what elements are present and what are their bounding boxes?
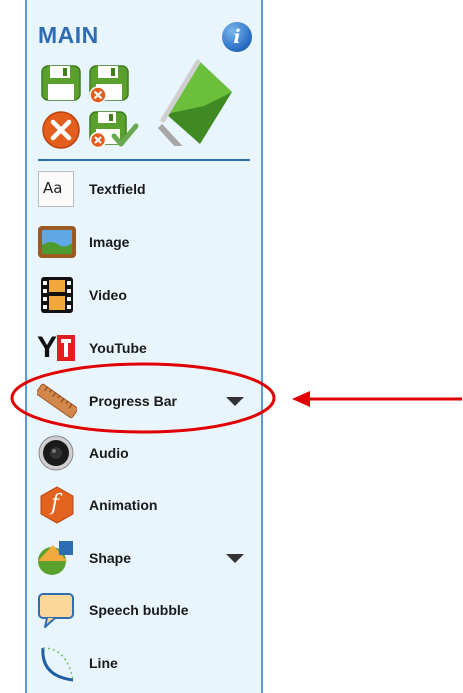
item-label: Audio bbox=[89, 445, 129, 461]
flag-icon[interactable] bbox=[158, 56, 238, 146]
item-progress-bar[interactable]: Progress Bar bbox=[37, 378, 253, 424]
progress-bar-dropdown-arrow[interactable] bbox=[226, 397, 244, 406]
item-animation[interactable]: f Animation bbox=[37, 482, 253, 528]
item-speech-bubble[interactable]: Speech bubble bbox=[37, 587, 253, 633]
item-line[interactable]: Line bbox=[37, 640, 253, 686]
toolbar-divider bbox=[38, 159, 250, 161]
item-audio[interactable]: Audio bbox=[37, 430, 253, 476]
item-label: Progress Bar bbox=[89, 393, 177, 409]
item-label: Speech bubble bbox=[89, 602, 189, 618]
panel-title: MAIN bbox=[38, 22, 99, 48]
video-icon bbox=[41, 277, 73, 313]
shape-icon bbox=[38, 541, 73, 575]
item-textfield[interactable]: Aa Textfield bbox=[37, 166, 253, 212]
save-check-icon[interactable] bbox=[88, 110, 140, 150]
info-icon[interactable]: i bbox=[222, 22, 252, 52]
textfield-icon: Aa bbox=[38, 171, 74, 207]
ruler-icon bbox=[37, 383, 77, 419]
pointer-arrowhead bbox=[292, 391, 310, 407]
speaker-icon bbox=[38, 435, 74, 471]
item-label: Line bbox=[89, 655, 118, 671]
save-close-icon[interactable] bbox=[88, 64, 130, 104]
youtube-icon: Y bbox=[37, 329, 77, 367]
item-shape[interactable]: Shape bbox=[37, 535, 253, 581]
item-video[interactable]: Video bbox=[37, 272, 253, 318]
save-icon[interactable] bbox=[40, 64, 82, 102]
item-label: Shape bbox=[89, 550, 132, 566]
line-icon bbox=[41, 647, 74, 682]
item-label: Textfield bbox=[89, 181, 146, 197]
item-youtube[interactable]: Y YouTube bbox=[37, 325, 253, 371]
item-image[interactable]: Image bbox=[37, 219, 253, 265]
speech-bubble-icon bbox=[38, 593, 74, 628]
shape-dropdown-arrow[interactable] bbox=[226, 554, 244, 563]
item-label: Video bbox=[89, 287, 127, 303]
item-label: Image bbox=[89, 234, 130, 250]
close-icon[interactable] bbox=[40, 110, 82, 150]
item-label: YouTube bbox=[89, 340, 147, 356]
image-icon bbox=[38, 226, 76, 258]
item-label: Animation bbox=[89, 497, 158, 513]
